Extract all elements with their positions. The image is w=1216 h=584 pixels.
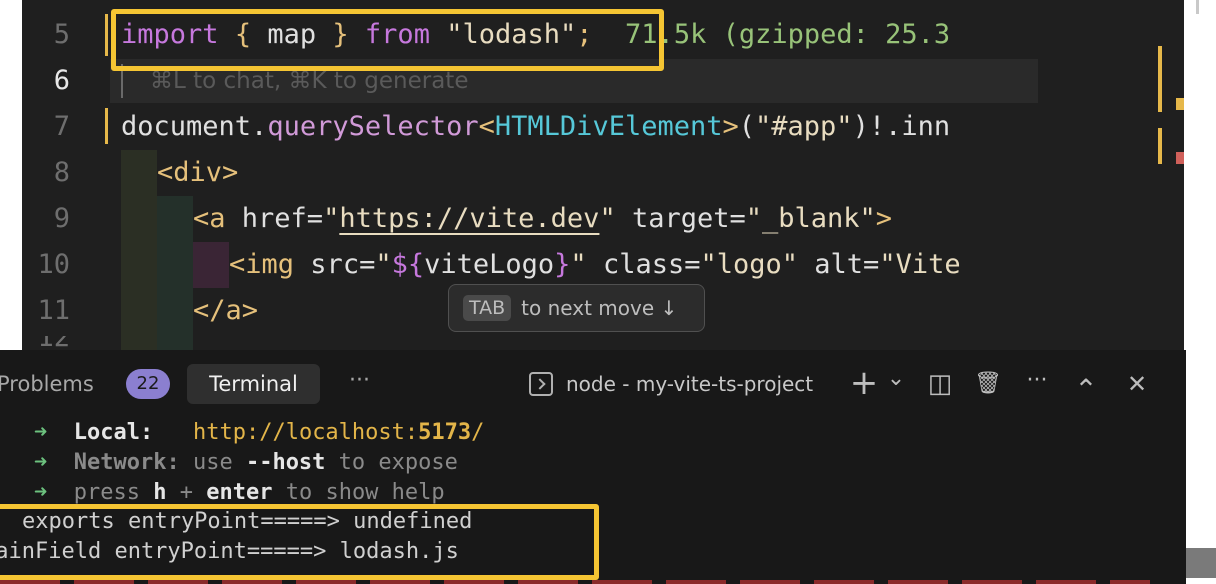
code-line-9[interactable]: <a href="https://vite.dev" target="_blan… — [193, 196, 892, 242]
code-line-11[interactable]: </a> — [193, 288, 258, 334]
code-line-7[interactable]: document.querySelector<HTMLDivElement>("… — [121, 104, 950, 150]
tab-next-move-hint[interactable]: TAB to next move ↓ — [448, 284, 705, 332]
code-line-8[interactable]: <div> — [157, 150, 238, 196]
minimap-marker — [1176, 98, 1184, 110]
scroll-thumb[interactable] — [1196, 0, 1199, 14]
highlight-box — [111, 9, 664, 71]
editor-scrollbar[interactable] — [1184, 0, 1216, 350]
git-change-marker — [105, 14, 108, 56]
panel-header: Problems 22 Terminal ··· node - my-vite-… — [0, 350, 1186, 418]
git-change-marker — [105, 108, 108, 144]
line-number: 10 — [37, 249, 70, 280]
terminal-line: ➜ Network: use --host to expose — [34, 450, 458, 475]
line-number-gutter: 5 6 7 8 9 10 11 — [22, 0, 97, 350]
problems-count-badge: 22 — [126, 369, 170, 399]
tab-problems[interactable]: Problems — [0, 364, 94, 404]
line-number: 9 — [53, 203, 70, 234]
line-number-partial: 12 — [22, 336, 82, 350]
terminal-line: ➜ Local: http://localhost:5173/ — [34, 420, 485, 445]
close-panel-icon[interactable]: ✕ — [1121, 364, 1153, 404]
line-number: 5 — [53, 19, 70, 50]
line-number: 11 — [37, 295, 70, 326]
line-number: 7 — [53, 111, 70, 142]
maximize-panel-icon[interactable]: ⌃ — [1070, 364, 1102, 406]
line-number-active: 6 — [53, 65, 70, 96]
import-cost-hint: 71.5k (gzipped: 25.3 — [625, 19, 951, 50]
indent-guide — [157, 196, 193, 350]
trash-icon[interactable]: 🗑 — [972, 364, 1004, 404]
code-editor[interactable]: 5 6 7 8 9 10 11 ⌘L to chat, ⌘K to genera… — [0, 0, 1216, 350]
code-line-10[interactable]: <img src="${viteLogo}" class="logo" alt=… — [229, 242, 961, 288]
scroll-thumb[interactable] — [1186, 548, 1216, 578]
minimap-marker — [1158, 46, 1162, 112]
terminal-instance-name[interactable]: node - my-vite-ts-project — [566, 364, 813, 404]
minimap-marker — [1176, 152, 1184, 164]
terminal-icon[interactable] — [529, 372, 553, 396]
indent-guide — [121, 150, 157, 350]
highlight-box — [0, 504, 599, 580]
indent-guide — [193, 242, 229, 288]
code-link[interactable]: https://vite.dev — [339, 203, 599, 234]
chevron-down-icon[interactable]: ⌄ — [884, 364, 908, 404]
local-url[interactable]: http://localhost: — [193, 420, 418, 445]
tab-terminal[interactable]: Terminal — [187, 364, 320, 404]
minimap-marker — [1158, 128, 1162, 164]
add-terminal-icon[interactable]: + — [849, 364, 879, 404]
line-number: 8 — [53, 157, 70, 188]
more-tabs-icon[interactable]: ··· — [349, 364, 370, 404]
minimap[interactable] — [1038, 0, 1184, 350]
split-terminal-icon[interactable]: ◫ — [924, 364, 956, 404]
tab-hint-text: to next move ↓ — [521, 296, 678, 320]
tab-key: TAB — [463, 295, 512, 321]
more-actions-icon[interactable]: ··· — [1021, 364, 1053, 404]
